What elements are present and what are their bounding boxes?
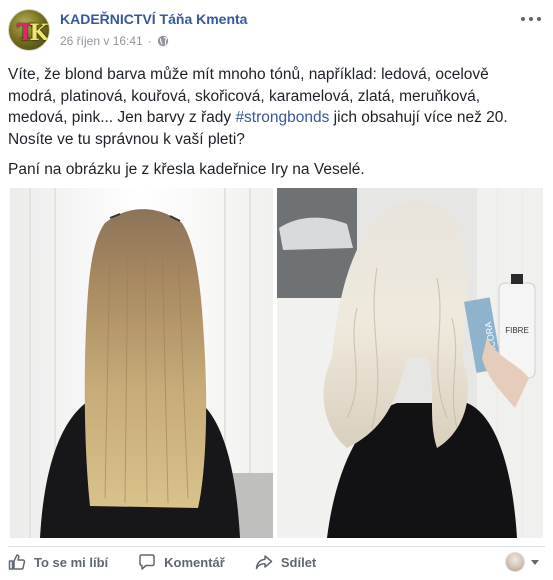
meta-separator: · (147, 34, 152, 48)
post-paragraph-1: Víte, že blond barva může mít mnoho tónů… (8, 64, 528, 150)
hashtag-link[interactable]: #strongbonds (235, 109, 329, 126)
photo-after[interactable]: ICORA FIBRE (277, 188, 543, 538)
post-text: Víte, že blond barva může mít mnoho tónů… (8, 64, 528, 190)
thumbs-up-icon (8, 554, 26, 570)
page-avatar[interactable]: TK (8, 9, 50, 51)
post-actions: To se mi líbí Komentář Sdílet (8, 548, 346, 576)
share-label: Sdílet (280, 554, 317, 570)
more-options-icon[interactable] (521, 12, 541, 26)
photo-before[interactable] (10, 188, 273, 538)
post-timestamp[interactable]: 26 říjen v 16:41 (60, 34, 143, 48)
comment-label: Komentář (164, 554, 225, 570)
like-label: To se mi líbí (34, 554, 109, 570)
product-bottle-label: FIBRE (505, 326, 529, 335)
viewer-selector[interactable] (505, 552, 539, 572)
globe-icon[interactable] (157, 35, 169, 47)
share-button[interactable]: Sdílet (255, 553, 316, 571)
after-hair-image: ICORA FIBRE (277, 188, 543, 538)
share-icon (255, 555, 273, 570)
caret-down-icon (531, 559, 539, 565)
actions-divider (8, 546, 545, 547)
facebook-post: TK KADEŘNICTVÍ Táňa Kmenta 26 říjen v 16… (0, 0, 553, 580)
post-paragraph-2: Paní na obrázku je z křesla kadeřnice Ir… (8, 161, 365, 178)
like-button[interactable]: To se mi líbí (8, 553, 108, 571)
avatar-logo: TK (17, 20, 49, 46)
comment-button[interactable]: Komentář (138, 553, 225, 571)
page-name-link[interactable]: KADEŘNICTVÍ Táňa Kmenta (60, 11, 247, 27)
comment-icon (139, 554, 155, 570)
post-meta: 26 říjen v 16:41 · (60, 34, 169, 48)
viewer-avatar (505, 552, 525, 572)
photo-grid: ICORA FIBRE (10, 188, 543, 538)
before-hair-image (10, 188, 273, 538)
